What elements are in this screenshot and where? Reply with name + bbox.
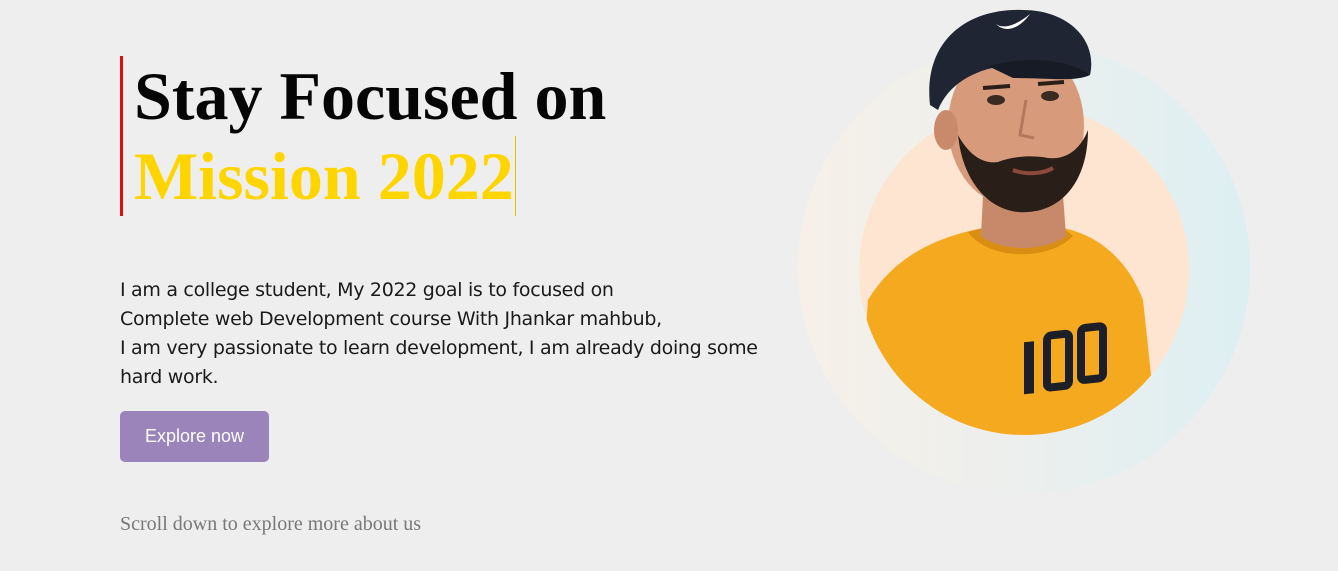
hero-section: Stay Focused on Mission 2022 I am a coll… (120, 56, 800, 536)
hero-description: I am a college student, My 2022 goal is … (120, 276, 800, 392)
headline-line-2: Mission 2022 (134, 136, 516, 216)
person-photo (859, 9, 1158, 435)
explore-now-button[interactable]: Explore now (120, 411, 269, 462)
scroll-note: Scroll down to explore more about us (120, 513, 422, 535)
hero-headline: Stay Focused on Mission 2022 (120, 56, 640, 216)
headline-line-1: Stay Focused on (134, 58, 607, 134)
description-line: I am a college student, My 2022 goal is … (120, 279, 614, 301)
description-line: I am very passionate to learn developmen… (120, 337, 758, 359)
description-line: Complete web Development course With Jha… (120, 308, 662, 330)
description-line: hard work. (120, 366, 219, 388)
portrait-area (798, 0, 1250, 495)
